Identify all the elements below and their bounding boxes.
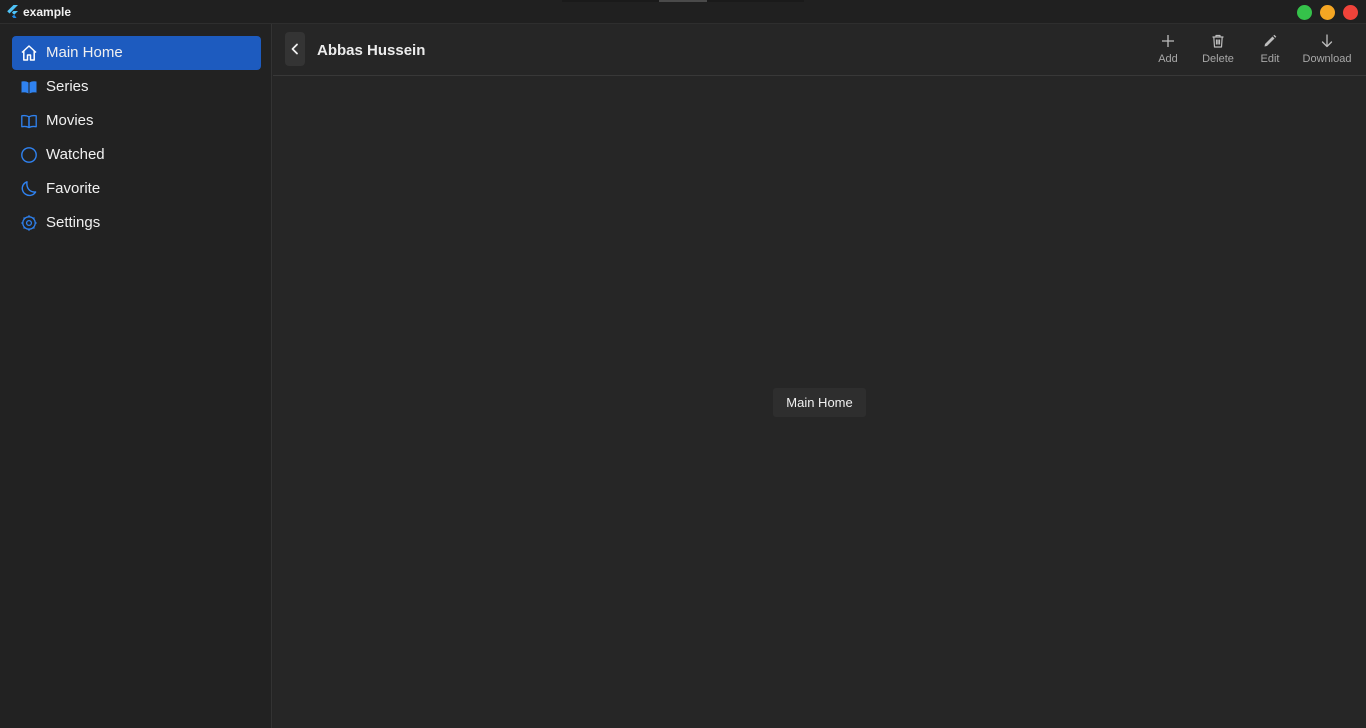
title-bar: example — [0, 0, 1366, 24]
add-button-label: Add — [1158, 53, 1178, 65]
download-button-label: Download — [1302, 53, 1352, 65]
drag-handle[interactable] — [562, 0, 804, 2]
sidebar-item-favorite[interactable]: Favorite — [12, 172, 261, 206]
book-open-filled-icon — [21, 81, 37, 94]
app-title: example — [23, 5, 72, 19]
close-button[interactable] — [1343, 5, 1358, 20]
delete-button-label: Delete — [1202, 53, 1234, 65]
page-title: Abbas Hussein — [317, 42, 426, 59]
gear-icon — [21, 215, 37, 231]
moon-icon — [21, 181, 37, 197]
plus-icon — [1162, 35, 1174, 47]
sidebar-item-main-home[interactable]: Main Home — [12, 36, 261, 70]
sidebar-item-label: Movies — [46, 112, 94, 129]
sidebar-item-watched[interactable]: Watched — [12, 138, 261, 172]
page-header: Abbas Hussein Add Delete Edit Download — [273, 24, 1366, 76]
sidebar-item-label: Watched — [46, 146, 105, 163]
sidebar: Main Home Series Movies Watched Favorite — [0, 24, 272, 728]
add-button[interactable]: Add — [1153, 34, 1183, 72]
chevron-left-icon — [291, 43, 298, 55]
sidebar-item-label: Settings — [46, 214, 101, 231]
sidebar-item-label: Main Home — [46, 44, 123, 61]
edit-button[interactable]: Edit — [1255, 34, 1285, 72]
edit-button-label: Edit — [1260, 53, 1280, 65]
trash-icon — [1212, 34, 1224, 48]
delete-button[interactable]: Delete — [1198, 34, 1238, 72]
sidebar-item-movies[interactable]: Movies — [12, 104, 261, 138]
back-button[interactable] — [285, 32, 305, 66]
sidebar-item-label: Favorite — [46, 180, 101, 197]
download-button[interactable]: Download — [1300, 34, 1354, 72]
maximize-button[interactable] — [1297, 5, 1312, 20]
drag-handle-thumb[interactable] — [659, 0, 707, 2]
main-content: Abbas Hussein Add Delete Edit Download M… — [273, 24, 1366, 728]
content-label: Main Home — [773, 388, 866, 417]
minimize-button[interactable] — [1320, 5, 1335, 20]
sidebar-item-series[interactable]: Series — [12, 70, 261, 104]
sidebar-item-label: Series — [46, 78, 89, 95]
sidebar-item-settings[interactable]: Settings — [12, 206, 261, 240]
circle-icon — [21, 147, 37, 163]
book-open-outline-icon — [21, 114, 37, 129]
flutter-logo-icon — [7, 5, 18, 18]
home-icon — [21, 45, 37, 61]
pencil-icon — [1264, 34, 1277, 47]
arrow-down-icon — [1321, 34, 1333, 48]
